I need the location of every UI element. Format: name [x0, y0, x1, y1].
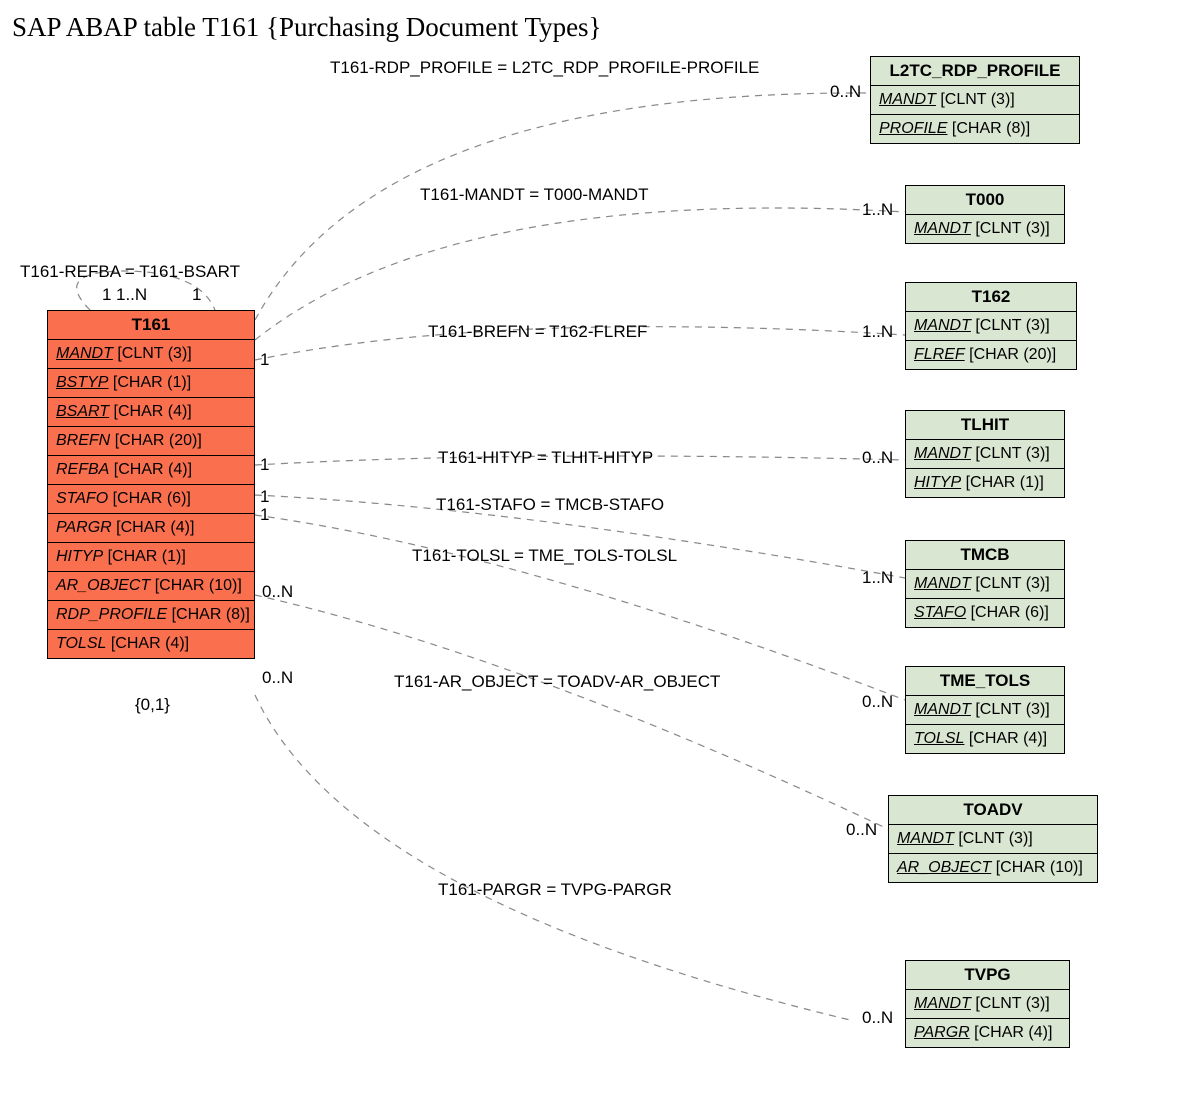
entity-t161-field: BSART [CHAR (4)]	[48, 398, 254, 427]
entity-t162: T162 MANDT [CLNT (3)] FLREF [CHAR (20)]	[905, 282, 1077, 370]
relation-card: 0..N	[262, 582, 293, 602]
entity-t161: T161 MANDT [CLNT (3)] BSTYP [CHAR (1)] B…	[47, 310, 255, 659]
entity-t161-field: STAFO [CHAR (6)]	[48, 485, 254, 514]
entity-t161-header: T161	[48, 311, 254, 340]
entity-l2tc-rdp-profile: L2TC_RDP_PROFILE MANDT [CLNT (3)] PROFIL…	[870, 56, 1080, 144]
entity-field: TOLSL [CHAR (4)]	[906, 725, 1064, 753]
relation-card: 0..N	[862, 692, 893, 712]
entity-field: MANDT [CLNT (3)]	[906, 696, 1064, 725]
entity-field: MANDT [CLNT (3)]	[871, 86, 1079, 115]
entity-field: MANDT [CLNT (3)]	[906, 440, 1064, 469]
relation-card: 1..N	[862, 322, 893, 342]
entity-tme-tols: TME_TOLS MANDT [CLNT (3)] TOLSL [CHAR (4…	[905, 666, 1065, 754]
relation-card: 0..N	[846, 820, 877, 840]
entity-t000: T000 MANDT [CLNT (3)]	[905, 185, 1065, 244]
entity-t161-field: RDP_PROFILE [CHAR (8)]	[48, 601, 254, 630]
entity-field: MANDT [CLNT (3)]	[889, 825, 1097, 854]
self-ref-card: 1..N	[116, 285, 147, 305]
entity-t161-field: TOLSL [CHAR (4)]	[48, 630, 254, 658]
relation-card: 0..N	[862, 448, 893, 468]
entity-field: AR_OBJECT [CHAR (10)]	[889, 854, 1097, 882]
entity-t161-field: HITYP [CHAR (1)]	[48, 543, 254, 572]
self-ref-card: 1	[102, 285, 111, 305]
entity-tmcb: TMCB MANDT [CLNT (3)] STAFO [CHAR (6)]	[905, 540, 1065, 628]
relation-card: 1	[260, 505, 269, 525]
entity-tlhit: TLHIT MANDT [CLNT (3)] HITYP [CHAR (1)]	[905, 410, 1065, 498]
self-ref-label: T161-REFBA = T161-BSART	[20, 262, 240, 282]
entity-field: FLREF [CHAR (20)]	[906, 341, 1076, 369]
entity-header: T162	[906, 283, 1076, 312]
entity-t161-field: BREFN [CHAR (20)]	[48, 427, 254, 456]
entity-t161-field: BSTYP [CHAR (1)]	[48, 369, 254, 398]
entity-t161-field: REFBA [CHAR (4)]	[48, 456, 254, 485]
entity-header: TMCB	[906, 541, 1064, 570]
entity-field: MANDT [CLNT (3)]	[906, 312, 1076, 341]
relation-label: T161-RDP_PROFILE = L2TC_RDP_PROFILE-PROF…	[330, 58, 759, 78]
entity-field: STAFO [CHAR (6)]	[906, 599, 1064, 627]
entity-field: HITYP [CHAR (1)]	[906, 469, 1064, 497]
page-title: SAP ABAP table T161 {Purchasing Document…	[12, 12, 602, 43]
relation-card: 1	[260, 487, 269, 507]
relation-label: T161-HITYP = TLHIT-HITYP	[438, 448, 653, 468]
entity-field: MANDT [CLNT (3)]	[906, 570, 1064, 599]
entity-header: TVPG	[906, 961, 1069, 990]
entity-field: MANDT [CLNT (3)]	[906, 215, 1064, 243]
entity-tvpg: TVPG MANDT [CLNT (3)] PARGR [CHAR (4)]	[905, 960, 1070, 1048]
entity-header: TLHIT	[906, 411, 1064, 440]
entity-header: T000	[906, 186, 1064, 215]
entity-field: PARGR [CHAR (4)]	[906, 1019, 1069, 1047]
relation-card: 0..N	[262, 668, 293, 688]
entity-toadv: TOADV MANDT [CLNT (3)] AR_OBJECT [CHAR (…	[888, 795, 1098, 883]
entity-field: MANDT [CLNT (3)]	[906, 990, 1069, 1019]
entity-t161-below-label: {0,1}	[135, 695, 170, 715]
entity-header: TOADV	[889, 796, 1097, 825]
relation-label: T161-PARGR = TVPG-PARGR	[438, 880, 672, 900]
relation-card: 1	[260, 350, 269, 370]
relation-card: 0..N	[830, 82, 861, 102]
entity-t161-field: AR_OBJECT [CHAR (10)]	[48, 572, 254, 601]
relation-card: 1..N	[862, 200, 893, 220]
relation-label: T161-MANDT = T000-MANDT	[420, 185, 648, 205]
relation-label: T161-AR_OBJECT = TOADV-AR_OBJECT	[394, 672, 720, 692]
entity-header: L2TC_RDP_PROFILE	[871, 57, 1079, 86]
entity-t161-field: PARGR [CHAR (4)]	[48, 514, 254, 543]
self-ref-card: 1	[192, 285, 201, 305]
entity-t161-field: MANDT [CLNT (3)]	[48, 340, 254, 369]
entity-field: PROFILE [CHAR (8)]	[871, 115, 1079, 143]
relation-label: T161-BREFN = T162-FLREF	[428, 322, 647, 342]
relation-label: T161-STAFO = TMCB-STAFO	[436, 495, 664, 515]
relation-card: 1	[260, 455, 269, 475]
entity-header: TME_TOLS	[906, 667, 1064, 696]
relation-label: T161-TOLSL = TME_TOLS-TOLSL	[412, 546, 677, 566]
relation-card: 0..N	[862, 1008, 893, 1028]
relation-card: 1..N	[862, 568, 893, 588]
